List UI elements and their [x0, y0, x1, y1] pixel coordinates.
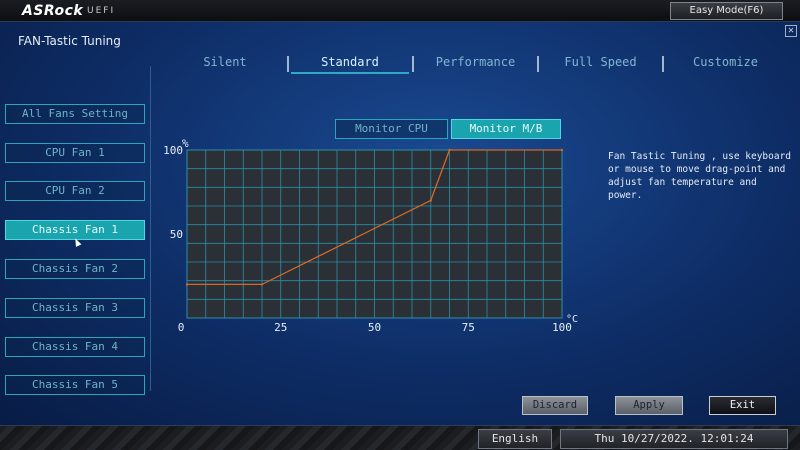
drag-point[interactable]	[185, 283, 189, 286]
x-tick-label: 0	[178, 321, 185, 334]
datetime-display: Thu 10/27/2022. 12:01:24	[560, 429, 788, 449]
drag-point[interactable]	[260, 283, 264, 286]
drag-point[interactable]	[429, 199, 432, 202]
help-text: Fan Tastic Tuning , use keyboard or mous…	[608, 151, 792, 201]
grid-lines	[187, 150, 562, 318]
language-selector[interactable]: English	[478, 429, 552, 449]
x-tick-label: 75	[462, 321, 475, 334]
x-axis-unit: °C	[566, 314, 578, 325]
drag-point[interactable]	[448, 148, 451, 152]
status-bar: English Thu 10/27/2022. 12:01:24	[0, 425, 800, 450]
exit-button[interactable]: Exit	[709, 396, 776, 415]
y-tick-label: 50	[170, 228, 183, 241]
drag-point[interactable]	[560, 148, 564, 152]
y-tick-label: 100	[163, 144, 183, 157]
x-tick-label: 25	[274, 321, 287, 334]
x-tick-label: 50	[368, 321, 381, 334]
discard-button[interactable]: Discard	[522, 396, 588, 415]
y-axis-unit: %	[182, 137, 189, 150]
apply-button[interactable]: Apply	[615, 396, 683, 415]
fan-curve-chart[interactable]: 0 25 50 75 10050100 % °C	[0, 0, 800, 450]
